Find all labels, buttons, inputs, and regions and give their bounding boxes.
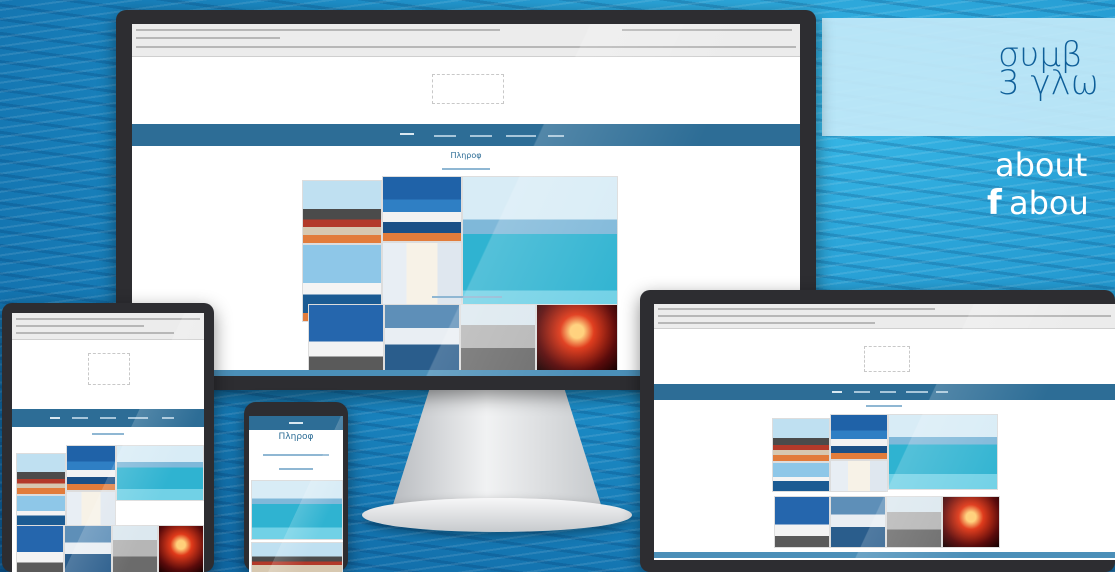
nav-item[interactable] xyxy=(50,417,60,419)
gallery-photo[interactable] xyxy=(302,180,382,244)
gallery-photo[interactable] xyxy=(16,525,64,572)
nav-item[interactable] xyxy=(832,391,842,393)
gallery-subtitle xyxy=(92,433,124,435)
tablet-device xyxy=(2,303,214,572)
phone-screen: Πληροφ xyxy=(249,416,343,572)
headline-banner: συμβ 3 γλω xyxy=(822,18,1115,136)
gallery-photo[interactable] xyxy=(942,496,1000,548)
phone-device: Πληροφ xyxy=(244,402,348,572)
gallery-subtitle xyxy=(279,468,313,470)
gallery-photo[interactable] xyxy=(830,460,888,492)
nav-item[interactable] xyxy=(906,391,928,393)
gallery-photo[interactable] xyxy=(772,462,830,492)
gallery-photo[interactable] xyxy=(886,496,942,548)
gallery-photo[interactable] xyxy=(772,418,830,462)
gallery-subtitle xyxy=(432,296,502,298)
headline-line-2: 3 γλω xyxy=(998,63,1100,103)
gallery-photo[interactable] xyxy=(308,304,384,372)
facebook-icon: f xyxy=(987,183,1002,223)
laptop-screen xyxy=(654,304,1115,560)
gallery-subtitle xyxy=(442,168,490,170)
nav-item[interactable] xyxy=(434,135,456,137)
gallery-photo[interactable] xyxy=(66,445,116,491)
tablet-screen xyxy=(12,313,204,572)
gallery-photo[interactable] xyxy=(16,453,66,495)
browser-chrome xyxy=(132,24,800,57)
gallery-photo[interactable] xyxy=(536,304,618,372)
gallery-photo-large[interactable] xyxy=(888,414,998,490)
nav-item[interactable] xyxy=(400,133,414,135)
section-title: Πληροφ xyxy=(278,432,314,442)
laptop-device xyxy=(640,290,1115,572)
gallery-photo-large[interactable] xyxy=(462,176,618,320)
nav-item[interactable] xyxy=(289,422,303,424)
nav-item[interactable] xyxy=(936,391,948,393)
site-navbar xyxy=(132,124,800,146)
nav-item[interactable] xyxy=(470,135,492,137)
nav-item[interactable] xyxy=(506,135,536,137)
gallery-photo-large[interactable] xyxy=(251,480,343,540)
site-navbar xyxy=(654,384,1115,400)
gallery-photo[interactable] xyxy=(830,414,888,460)
browser-chrome xyxy=(654,304,1115,329)
monitor-stand-base xyxy=(362,498,632,532)
gallery-photo[interactable] xyxy=(382,176,462,242)
gallery-subtitle xyxy=(263,454,329,456)
website-link[interactable]: about xyxy=(995,148,1087,182)
gallery-photo[interactable] xyxy=(251,542,343,572)
nav-item[interactable] xyxy=(128,417,148,419)
site-logo xyxy=(432,74,504,104)
nav-item[interactable] xyxy=(548,135,564,137)
nav-item[interactable] xyxy=(72,417,88,419)
gallery-subtitle xyxy=(866,405,902,407)
section-title: Πληροφ xyxy=(450,151,482,160)
site-navbar xyxy=(12,409,204,427)
nav-item[interactable] xyxy=(880,391,896,393)
gallery-photo[interactable] xyxy=(774,496,830,548)
gallery-photo[interactable] xyxy=(112,525,158,572)
facebook-link[interactable]: abou xyxy=(1009,186,1089,220)
gallery-photo[interactable] xyxy=(64,525,112,572)
gallery-photo-large[interactable] xyxy=(116,445,204,501)
browser-chrome xyxy=(12,313,204,340)
nav-item[interactable] xyxy=(162,417,174,419)
site-logo xyxy=(88,353,130,385)
gallery-photo[interactable] xyxy=(66,491,116,527)
gallery-photo[interactable] xyxy=(460,304,536,372)
gallery-photo[interactable] xyxy=(16,495,66,527)
nav-item[interactable] xyxy=(100,417,116,419)
site-navbar xyxy=(249,416,343,430)
gallery-photo[interactable] xyxy=(158,525,204,572)
nav-item[interactable] xyxy=(854,391,870,393)
gallery-photo[interactable] xyxy=(830,496,886,548)
gallery-photo[interactable] xyxy=(384,304,460,372)
site-footer xyxy=(654,552,1115,558)
site-logo xyxy=(864,346,910,372)
